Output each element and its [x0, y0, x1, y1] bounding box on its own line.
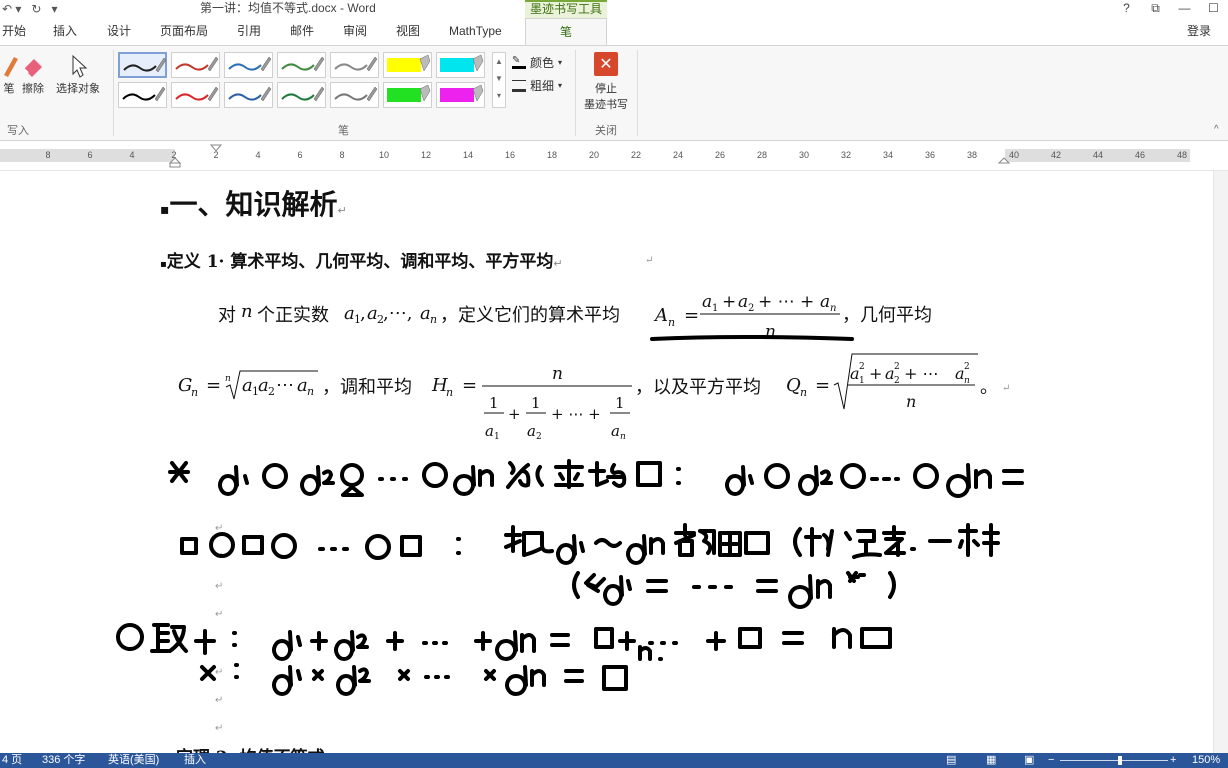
- select-objects-button[interactable]: 选择对象: [56, 52, 100, 96]
- collapse-ribbon-icon[interactable]: ^: [1214, 124, 1219, 135]
- pen-style-2-2[interactable]: [171, 82, 220, 108]
- pen-style-1-6[interactable]: [383, 52, 432, 78]
- pen-style-1-7[interactable]: [436, 52, 485, 78]
- pen-style-2-6[interactable]: [383, 82, 432, 108]
- close-group-label: 关闭: [595, 125, 617, 137]
- next-theorem-heading: 定理 2· 均值不等式: [176, 743, 325, 753]
- language-indicator[interactable]: 英语(美国): [108, 753, 159, 768]
- tab-view[interactable]: 视图: [396, 18, 420, 45]
- handwritten-ink-annotations[interactable]: [0, 171, 1228, 753]
- title-bar: ↶ ▾ ↻ ▾ 第一讲：均值不等式.docx - Word 墨迹书写工具 ? ⧉…: [0, 0, 1228, 18]
- pen-icon: [0, 52, 22, 80]
- pen-style-2-3[interactable]: [224, 82, 273, 108]
- pen-thickness-dropdown[interactable]: 粗细 ▾: [512, 77, 562, 94]
- word-count[interactable]: 336 个字: [42, 753, 85, 768]
- zoom-slider-thumb[interactable]: [1118, 756, 1122, 765]
- vertical-scrollbar[interactable]: [1213, 171, 1228, 753]
- undo-icon[interactable]: ↶ ▾: [2, 2, 21, 16]
- tab-layout[interactable]: 页面布局: [160, 18, 208, 45]
- gallery-scroll[interactable]: ▲ ▼ ▾: [492, 52, 506, 108]
- tab-mailings[interactable]: 邮件: [290, 18, 314, 45]
- qat-customize-icon[interactable]: ▾: [51, 2, 57, 16]
- zoom-slider[interactable]: [1060, 760, 1168, 761]
- pen-color-dropdown[interactable]: ✎ 颜色 ▾: [512, 54, 562, 71]
- tab-mathtype[interactable]: MathType: [449, 18, 502, 45]
- tab-insert[interactable]: 插入: [53, 18, 77, 45]
- pen-style-1-3[interactable]: [224, 52, 273, 78]
- pen-style-1-4[interactable]: [277, 52, 326, 78]
- pen-style-2-1[interactable]: [118, 82, 167, 108]
- quick-access-toolbar: ↶ ▾ ↻ ▾: [2, 0, 58, 18]
- insert-mode[interactable]: 插入: [184, 753, 206, 768]
- document-page[interactable]: ▪一、知识解析↵ ▪定义 1· 算术平均、几何平均、调和平均、平方平均↵ 对 n…: [0, 171, 1228, 753]
- tab-home[interactable]: 开始: [2, 18, 26, 45]
- pen-style-2-5[interactable]: [330, 82, 379, 108]
- write-group-label: 写入: [7, 125, 29, 137]
- print-layout-icon[interactable]: ▦: [986, 753, 996, 768]
- tab-review[interactable]: 审阅: [343, 18, 367, 45]
- pen-style-1-1[interactable]: [118, 52, 167, 78]
- page-count[interactable]: 4 页: [2, 753, 22, 768]
- read-mode-icon[interactable]: ▤: [946, 753, 956, 768]
- ribbon-tabs: 开始 插入 设计 页面布局 引用 邮件 审阅 视图 MathType 笔 登录: [0, 18, 1228, 45]
- minimize-button[interactable]: —: [1170, 0, 1199, 18]
- maximize-button[interactable]: ☐: [1199, 0, 1228, 18]
- pen-gallery: [118, 52, 506, 108]
- pen-tool-button[interactable]: 笔: [0, 52, 22, 96]
- redo-icon[interactable]: ↻: [31, 2, 41, 16]
- pens-group-label: 笔: [338, 125, 349, 137]
- pen-style-1-2[interactable]: [171, 52, 220, 78]
- chevron-down-icon: ▾: [558, 58, 563, 67]
- zoom-level[interactable]: 150%: [1192, 753, 1220, 768]
- horizontal-ruler[interactable]: 8 6 4 2 2 4 6 8 10 12 14 16 18 20 22 24 26 28 30 32 34 36 38 40…: [0, 141, 1228, 171]
- cursor-arrow-icon: [65, 52, 91, 80]
- zoom-in-icon[interactable]: +: [1170, 753, 1176, 768]
- login-link[interactable]: 登录: [1187, 18, 1211, 45]
- color-icon: ✎: [512, 55, 526, 69]
- eraser-icon: [20, 52, 46, 80]
- window-title: 第一讲：均值不等式.docx - Word: [200, 1, 376, 15]
- tab-design[interactable]: 设计: [107, 18, 131, 45]
- tab-pen[interactable]: 笔: [525, 18, 607, 45]
- help-button[interactable]: ?: [1112, 0, 1141, 18]
- stop-inking-button[interactable]: ✕ 停止 墨迹书写: [580, 52, 632, 112]
- pen-style-2-7[interactable]: [436, 82, 485, 108]
- context-tab-label: 墨迹书写工具: [525, 0, 607, 18]
- close-icon: ✕: [594, 52, 618, 76]
- tab-references[interactable]: 引用: [237, 18, 261, 45]
- pen-style-2-4[interactable]: [277, 82, 326, 108]
- ribbon-display-button[interactable]: ⧉: [1141, 0, 1170, 18]
- eraser-button[interactable]: 擦除: [20, 52, 46, 96]
- ribbon: 笔 擦除 选择对象 写入 ▲ ▼ ▾ ✎ 颜色 ▾ 粗细 ▾ 笔 ✕ 停止 墨迹书写 关…: [0, 45, 1228, 141]
- thickness-icon: [512, 79, 526, 92]
- web-layout-icon[interactable]: ▣: [1024, 753, 1034, 768]
- ruler-indent-markers: [168, 144, 1011, 168]
- chevron-down-icon: ▾: [558, 81, 563, 90]
- pen-style-1-5[interactable]: [330, 52, 379, 78]
- window-controls: ? ⧉ — ☐: [1112, 0, 1228, 18]
- status-bar: 4 页 336 个字 英语(美国) 插入 ▤ ▦ ▣ − + 150%: [0, 753, 1228, 768]
- zoom-out-icon[interactable]: −: [1048, 753, 1054, 768]
